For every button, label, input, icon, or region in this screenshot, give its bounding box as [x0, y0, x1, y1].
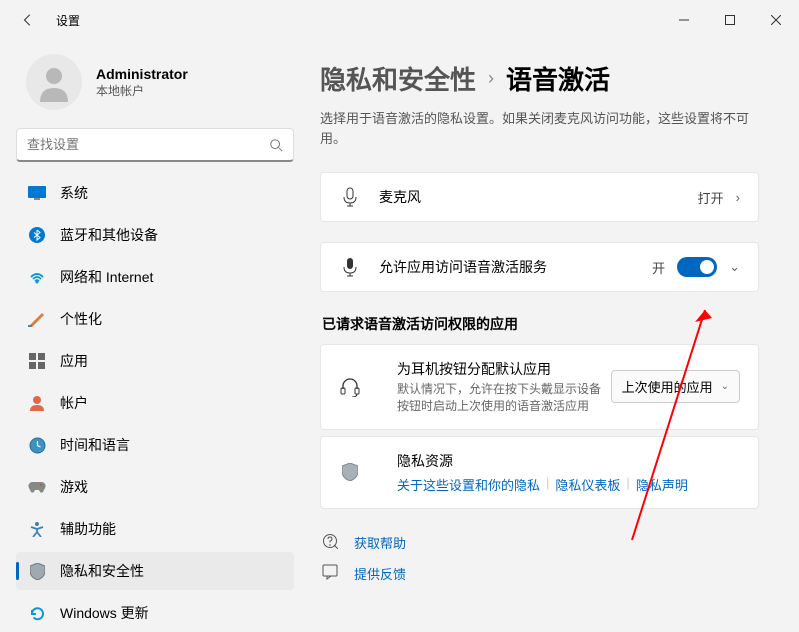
update-icon — [28, 604, 46, 622]
breadcrumb-sep-icon: › — [488, 68, 494, 89]
privacy-link-2[interactable]: 隐私仪表板 — [555, 475, 620, 494]
voice-access-card[interactable]: 允许应用访问语音激活服务 开 ⌄ — [320, 242, 759, 292]
system-icon — [28, 184, 46, 202]
time-icon — [28, 436, 46, 454]
privacy-icon — [28, 562, 46, 580]
nav-label: 游戏 — [60, 477, 88, 497]
breadcrumb-parent[interactable]: 隐私和安全性 — [320, 60, 476, 97]
shield-icon — [339, 463, 361, 481]
headset-desc: 默认情况下，允许在按下头戴显示设备按钮时启动上次使用的语音激活应用 — [397, 381, 611, 415]
nav-privacy[interactable]: 隐私和安全性 — [16, 552, 294, 590]
nav-label: Windows 更新 — [60, 603, 149, 623]
nav-label: 蓝牙和其他设备 — [60, 225, 158, 245]
privacy-link-3[interactable]: 隐私声明 — [636, 475, 688, 494]
nav-network[interactable]: 网络和 Internet — [16, 258, 294, 296]
nav-personalize[interactable]: 个性化 — [16, 300, 294, 338]
dropdown-value: 上次使用的应用 — [622, 377, 713, 396]
accounts-icon — [28, 394, 46, 412]
personalize-icon — [28, 310, 46, 328]
nav-system[interactable]: 系统 — [16, 174, 294, 212]
accessibility-icon — [28, 520, 46, 538]
privacy-res-title: 隐私资源 — [397, 451, 740, 471]
headset-title: 为耳机按钮分配默认应用 — [397, 359, 611, 379]
nav-list: 系统 蓝牙和其他设备 网络和 Internet 个性化 应用 帐户 时间和语言 … — [16, 174, 294, 632]
nav-label: 辅助功能 — [60, 519, 116, 539]
nav-accounts[interactable]: 帐户 — [16, 384, 294, 422]
feedback-link[interactable]: 提供反馈 — [320, 558, 759, 589]
apps-icon — [28, 352, 46, 370]
minimize-button[interactable] — [661, 4, 707, 36]
nav-label: 应用 — [60, 351, 88, 371]
section-title: 已请求语音激活访问权限的应用 — [322, 314, 759, 334]
microphone-icon — [339, 187, 361, 207]
sidebar: Administrator 本地帐户 系统 蓝牙和其他设备 网络和 Intern… — [0, 40, 310, 629]
search-box[interactable] — [16, 128, 294, 162]
nav-update[interactable]: Windows 更新 — [16, 594, 294, 632]
search-input[interactable] — [27, 137, 269, 152]
window-controls — [661, 4, 799, 36]
voice-access-toggle[interactable] — [677, 257, 717, 277]
user-name: Administrator — [96, 66, 188, 82]
voice-activation-icon — [339, 257, 361, 277]
bluetooth-icon — [28, 226, 46, 244]
chevron-down-icon: ⌄ — [721, 381, 729, 392]
feedback-label: 提供反馈 — [354, 564, 406, 583]
breadcrumb-current: 语音激活 — [506, 60, 610, 97]
breadcrumb: 隐私和安全性 › 语音激活 — [320, 60, 759, 97]
nav-accessibility[interactable]: 辅助功能 — [16, 510, 294, 548]
window-title: 设置 — [56, 12, 80, 29]
microphone-label: 麦克风 — [379, 187, 698, 207]
titlebar: 设置 — [0, 0, 799, 40]
gaming-icon — [28, 478, 46, 496]
privacy-resources-card: 隐私资源 关于这些设置和你的隐私| 隐私仪表板| 隐私声明 — [320, 436, 759, 509]
user-sub: 本地帐户 — [96, 82, 188, 99]
page-description: 选择用于语音激活的隐私设置。如果关闭麦克风访问功能，这些设置将不可用。 — [320, 109, 759, 148]
close-button[interactable] — [753, 4, 799, 36]
nav-gaming[interactable]: 游戏 — [16, 468, 294, 506]
voice-access-label: 允许应用访问语音激活服务 — [379, 257, 652, 277]
nav-label: 个性化 — [60, 309, 102, 329]
nav-label: 帐户 — [60, 393, 88, 413]
privacy-link-1[interactable]: 关于这些设置和你的隐私 — [397, 475, 540, 494]
get-help-label: 获取帮助 — [354, 533, 406, 552]
get-help-link[interactable]: 获取帮助 — [320, 527, 759, 558]
user-block[interactable]: Administrator 本地帐户 — [16, 40, 294, 128]
avatar — [26, 54, 82, 110]
nav-bluetooth[interactable]: 蓝牙和其他设备 — [16, 216, 294, 254]
microphone-card[interactable]: 麦克风 打开 › — [320, 172, 759, 222]
nav-label: 隐私和安全性 — [60, 561, 144, 581]
headset-card: 为耳机按钮分配默认应用 默认情况下，允许在按下头戴显示设备按钮时启动上次使用的语… — [320, 344, 759, 430]
help-icon — [322, 533, 340, 552]
nav-label: 时间和语言 — [60, 435, 130, 455]
feedback-icon — [322, 564, 340, 583]
nav-time[interactable]: 时间和语言 — [16, 426, 294, 464]
toggle-state-label: 开 — [652, 258, 665, 277]
network-icon — [28, 268, 46, 286]
headset-icon — [339, 377, 361, 397]
headset-dropdown[interactable]: 上次使用的应用 ⌄ — [611, 370, 740, 403]
main-content: 隐私和安全性 › 语音激活 选择用于语音激活的隐私设置。如果关闭麦克风访问功能，… — [310, 40, 799, 629]
microphone-status: 打开 — [698, 188, 724, 207]
nav-label: 网络和 Internet — [60, 267, 153, 287]
chevron-right-icon: › — [736, 190, 740, 205]
chevron-down-icon[interactable]: ⌄ — [729, 259, 740, 275]
search-icon — [269, 138, 283, 152]
nav-label: 系统 — [60, 183, 88, 203]
nav-apps[interactable]: 应用 — [16, 342, 294, 380]
maximize-button[interactable] — [707, 4, 753, 36]
back-button[interactable] — [20, 12, 36, 28]
